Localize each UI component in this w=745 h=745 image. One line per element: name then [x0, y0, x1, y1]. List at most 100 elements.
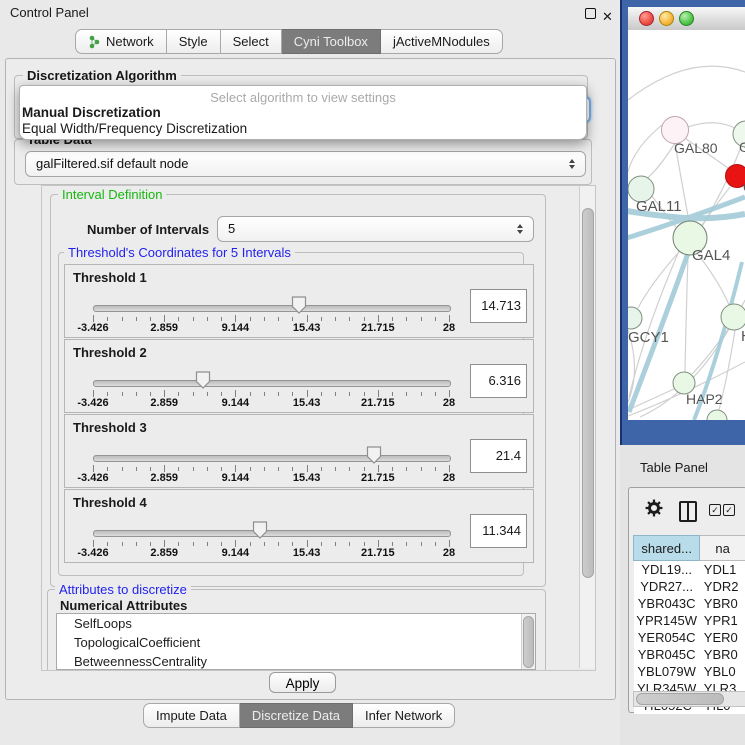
tick-mark — [378, 390, 379, 397]
close-traffic-light-icon[interactable] — [639, 11, 654, 26]
table-panel-title: Table Panel — [640, 460, 708, 475]
minimize-traffic-light-icon[interactable] — [659, 11, 674, 26]
threshold-3-slider-thumb[interactable] — [366, 446, 382, 464]
tick-label: -3.426 — [77, 322, 108, 334]
table-data-combo-value: galFiltered.sif default node — [36, 156, 188, 171]
node-gcy1[interactable] — [628, 307, 642, 329]
threshold-4-slider-thumb[interactable] — [252, 521, 268, 539]
tab-cyni-toolbox[interactable]: Cyni Toolbox — [282, 29, 381, 54]
split-panel-icon[interactable] — [679, 501, 697, 522]
threshold-2-value[interactable]: 6.316 — [470, 364, 527, 398]
tab-discretize-data[interactable]: Discretize Data — [240, 703, 353, 728]
tab-network[interactable]: Network — [75, 29, 167, 54]
tab-impute-data[interactable]: Impute Data — [143, 703, 240, 728]
combo-arrows-icon — [568, 152, 576, 176]
cell[interactable]: YBR043C — [634, 595, 700, 612]
top-tab-bar: Network Style Select Cyni Toolbox jActiv… — [75, 29, 503, 54]
list-scrollbar-thumb[interactable] — [523, 616, 534, 668]
tab-infer-network[interactable]: Infer Network — [353, 703, 455, 728]
settings-scrollbar[interactable] — [579, 186, 595, 668]
number-of-intervals-label: Number of Intervals — [87, 222, 209, 237]
table-row[interactable]: YBL079WYBL0 — [634, 663, 745, 680]
table-row[interactable]: YPR145WYPR1 — [634, 612, 745, 629]
cell[interactable]: YPR145W — [634, 612, 700, 629]
close-icon[interactable]: ✕ — [602, 4, 613, 30]
algorithm-dropdown-popup: Select algorithm to view settings Manual… — [19, 85, 587, 140]
table-row[interactable]: YDR27...YDR2 — [634, 578, 745, 595]
tick-label: 2.859 — [150, 472, 178, 484]
cell[interactable]: YDR27... — [634, 578, 700, 595]
cell[interactable]: YDR2 — [700, 578, 745, 595]
list-item[interactable]: TopologicalCoefficient — [57, 633, 535, 652]
settings-scrollbar-thumb[interactable] — [582, 208, 594, 578]
threshold-4-value[interactable]: 11.344 — [470, 514, 527, 548]
column-header-shared[interactable]: shared... — [634, 536, 700, 561]
threshold-3-value[interactable]: 21.4 — [470, 439, 527, 473]
list-item[interactable]: BetweennessCentrality — [57, 652, 535, 670]
checkbox-icon[interactable]: ✓ — [723, 504, 735, 516]
tick-mark — [321, 317, 322, 321]
tick-mark — [364, 317, 365, 321]
threshold-3-slider-track[interactable] — [93, 455, 451, 462]
dropdown-option-manual[interactable]: Manual Discretization — [22, 105, 161, 120]
threshold-4-slider-track[interactable] — [93, 530, 451, 537]
tab-style[interactable]: Style — [167, 29, 221, 54]
network-icon — [88, 35, 101, 49]
tick-mark — [178, 542, 179, 546]
float-window-icon[interactable] — [585, 8, 596, 19]
gear-icon[interactable] — [645, 499, 663, 517]
node-label: GAL4 — [692, 247, 730, 264]
tick-mark — [178, 392, 179, 396]
threshold-2-slider-track[interactable] — [93, 380, 451, 387]
cell[interactable]: YBL079W — [634, 663, 700, 680]
network-canvas[interactable]: GAL80 G C GAL11 GAL4 GCY1 H HAP2 — [628, 30, 745, 420]
cell[interactable]: YBR0 — [700, 595, 745, 612]
apply-button[interactable]: Apply — [269, 672, 336, 693]
tick-mark — [221, 317, 222, 321]
table-data-combo[interactable]: galFiltered.sif default node — [25, 151, 586, 177]
table-scrollbar-thumb[interactable] — [636, 693, 724, 705]
tick-mark — [178, 317, 179, 321]
threshold-1-slider-thumb[interactable] — [291, 296, 307, 314]
node-h[interactable] — [721, 304, 745, 330]
number-of-intervals-combo[interactable]: 5 — [217, 216, 534, 242]
table-horizontal-scrollbar[interactable] — [633, 691, 745, 707]
node-bottom[interactable] — [707, 410, 727, 420]
cell[interactable]: YBR045C — [634, 646, 700, 663]
tick-mark — [378, 315, 379, 322]
threshold-1-value[interactable]: 14.713 — [470, 289, 527, 323]
tab-style-label: Style — [179, 34, 208, 49]
cell[interactable]: YER0 — [700, 629, 745, 646]
numerical-attributes-list[interactable]: SelfLoops TopologicalCoefficient Between… — [56, 613, 536, 670]
checkbox-icon[interactable]: ✓ — [709, 504, 721, 516]
node-label: G — [739, 139, 745, 155]
zoom-traffic-light-icon[interactable] — [679, 11, 694, 26]
list-item[interactable]: SelfLoops — [57, 614, 535, 633]
dropdown-option-equal-width[interactable]: Equal Width/Frequency Discretization — [22, 121, 247, 136]
threshold-2-slider-thumb[interactable] — [195, 371, 211, 389]
table-row[interactable]: YBR043CYBR0 — [634, 595, 745, 612]
threshold-1-slider-track[interactable] — [93, 305, 451, 312]
cell[interactable]: YPR1 — [700, 612, 745, 629]
tick-mark — [335, 392, 336, 396]
list-scrollbar[interactable] — [521, 614, 535, 669]
tick-label: 21.715 — [361, 397, 395, 409]
tab-network-label: Network — [106, 34, 154, 49]
table-row[interactable]: YBR045CYBR0 — [634, 646, 745, 663]
tick-mark — [364, 392, 365, 396]
tick-mark — [250, 317, 251, 321]
cell[interactable]: YBL0 — [700, 663, 745, 680]
settings-scrollpane: Interval Definition Number of Intervals … — [41, 185, 596, 671]
cell[interactable]: YDL1 — [700, 561, 745, 579]
table-row[interactable]: YER054CYER0 — [634, 629, 745, 646]
column-header-name[interactable]: na — [700, 536, 745, 561]
cell[interactable]: YBR0 — [700, 646, 745, 663]
cell[interactable]: YDL19... — [634, 561, 700, 579]
combo-arrows-icon — [516, 217, 524, 241]
tab-select[interactable]: Select — [221, 29, 282, 54]
tab-jactivemnodules[interactable]: jActiveMNodules — [381, 29, 503, 54]
node-label: GAL80 — [674, 140, 718, 156]
table-row[interactable]: YDL19...YDL1 — [634, 561, 745, 579]
tick-mark — [421, 542, 422, 546]
cell[interactable]: YER054C — [634, 629, 700, 646]
